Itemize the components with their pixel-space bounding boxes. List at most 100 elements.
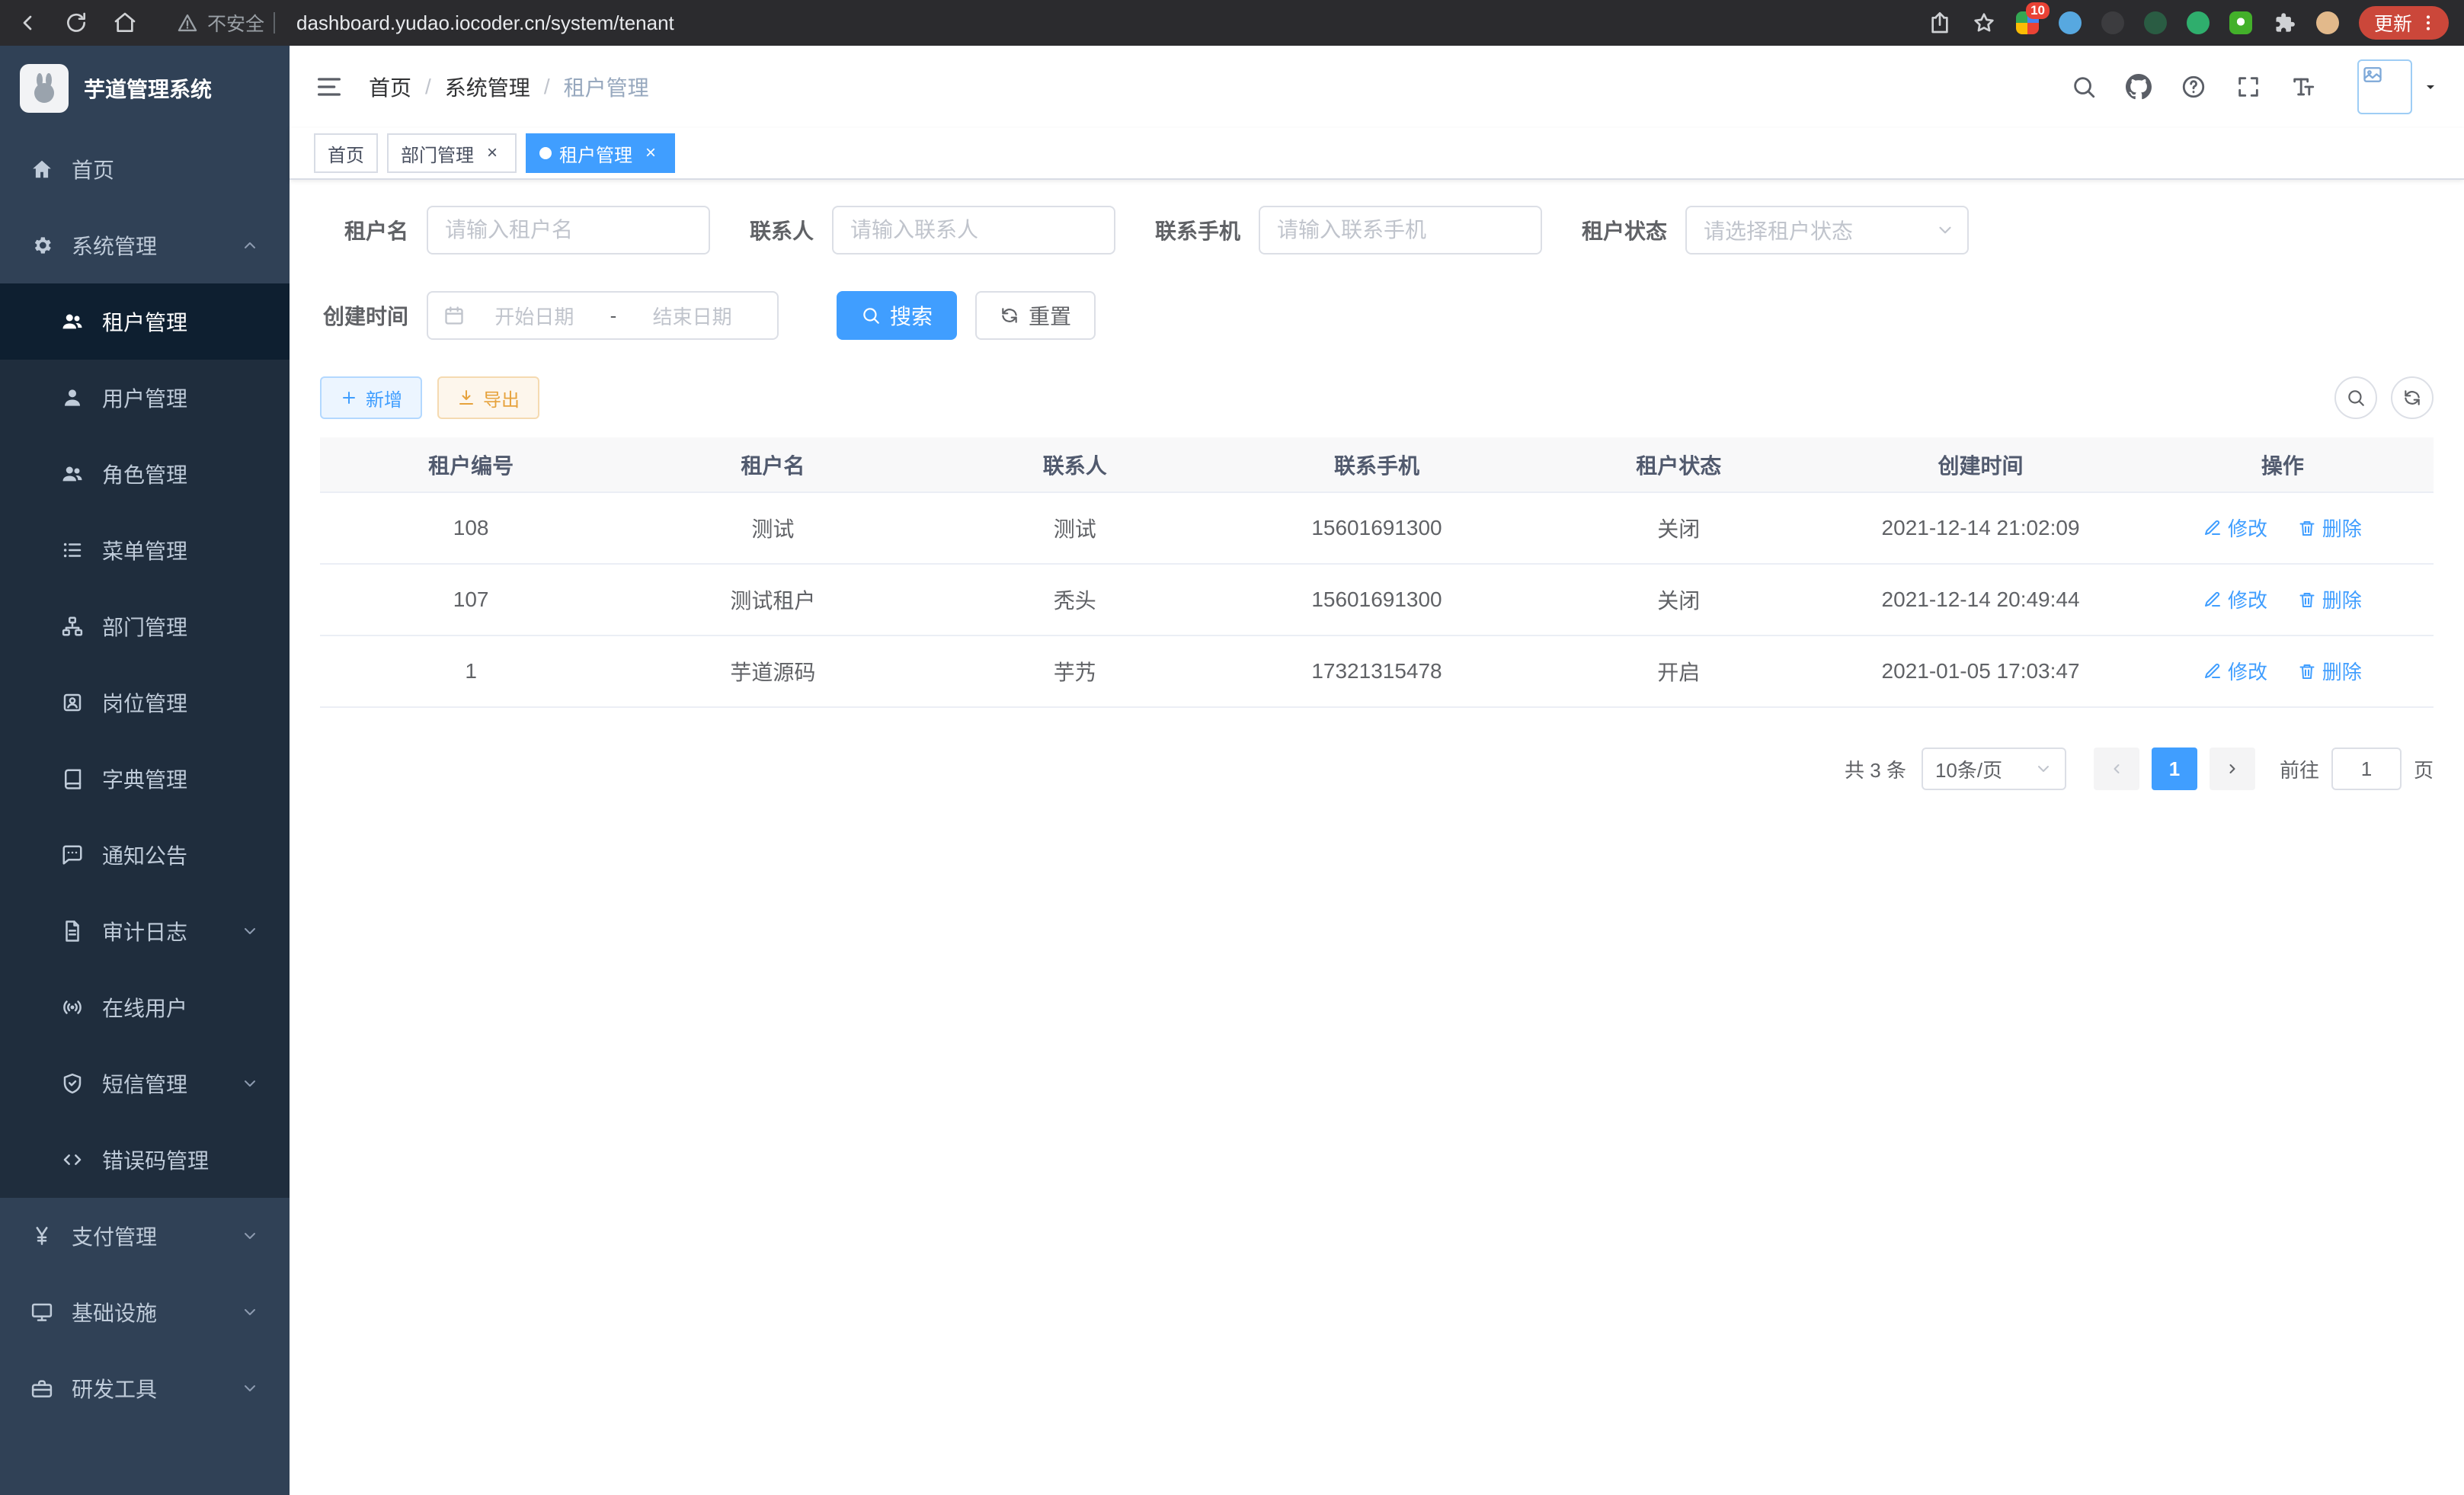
- sidebar-item-home[interactable]: 首页: [0, 131, 290, 207]
- sidebar-item-dict[interactable]: 字典管理: [0, 741, 290, 817]
- extension-icon-blue[interactable]: [2059, 11, 2082, 34]
- browser-profile-avatar[interactable]: [2316, 11, 2339, 34]
- edit-link[interactable]: 修改: [2203, 657, 2267, 685]
- github-icon[interactable]: [2126, 74, 2152, 100]
- export-button-label: 导出: [483, 385, 520, 411]
- font-size-icon[interactable]: [2290, 74, 2316, 100]
- cell-tenant-id: 107: [320, 564, 622, 635]
- browser-back-icon[interactable]: [15, 11, 40, 35]
- sidebar-item-tenant[interactable]: 租户管理: [0, 283, 290, 360]
- sidebar-item-system[interactable]: 系统管理: [0, 207, 290, 283]
- site-security-chip[interactable]: 不安全: [177, 9, 275, 37]
- reset-button[interactable]: 重置: [975, 291, 1096, 340]
- goto-page-input[interactable]: [2331, 748, 2402, 790]
- chevron-left-icon: [2107, 760, 2126, 778]
- tab-home[interactable]: 首页: [314, 133, 378, 173]
- cell-status: 关闭: [1528, 492, 1829, 564]
- toggle-search-button[interactable]: [2334, 376, 2377, 419]
- sidebar-item-sms[interactable]: 短信管理: [0, 1045, 290, 1122]
- top-navbar: 首页 / 系统管理 / 租户管理: [290, 46, 2464, 128]
- tenant-status-placeholder: 请选择租户状态: [1704, 215, 1935, 245]
- prev-page-button[interactable]: [2094, 748, 2139, 790]
- page-size-select[interactable]: 10条/页: [1922, 748, 2066, 790]
- sidebar-item-label: 字典管理: [102, 764, 187, 794]
- user-avatar-menu[interactable]: [2357, 59, 2440, 114]
- cell-created: 2021-12-14 21:02:09: [1829, 492, 2131, 564]
- refresh-icon: [2402, 388, 2422, 408]
- tenant-status-select[interactable]: 请选择租户状态: [1685, 206, 1969, 255]
- address-bar-url[interactable]: dashboard.yudao.iocoder.cn/system/tenant: [296, 11, 674, 35]
- sidebar-item-audit-log[interactable]: 审计日志: [0, 893, 290, 969]
- breadcrumb: 首页 / 系统管理 / 租户管理: [369, 72, 649, 102]
- sidebar-item-post[interactable]: 岗位管理: [0, 664, 290, 741]
- refresh-table-button[interactable]: [2391, 376, 2434, 419]
- search-button[interactable]: 搜索: [837, 291, 957, 340]
- menu-list-icon: [61, 539, 84, 562]
- close-icon[interactable]: ×: [640, 142, 661, 164]
- broken-image-icon: [2362, 64, 2383, 85]
- chevron-down-icon: [2034, 760, 2053, 778]
- browser-home-icon[interactable]: [113, 11, 137, 35]
- sidebar-item-user[interactable]: 用户管理: [0, 360, 290, 436]
- edit-link[interactable]: 修改: [2203, 585, 2267, 613]
- sidebar-item-notice[interactable]: 通知公告: [0, 817, 290, 893]
- app-logo[interactable]: 芋道管理系统: [0, 46, 290, 131]
- export-button[interactable]: 导出: [437, 376, 539, 419]
- edit-pencil-icon: [2203, 591, 2222, 609]
- extension-icon-colored[interactable]: 10: [2016, 11, 2039, 34]
- delete-link[interactable]: 删除: [2298, 585, 2362, 613]
- sidebar-item-infra[interactable]: 基础设施: [0, 1274, 290, 1350]
- trash-icon: [2298, 662, 2316, 680]
- sidebar-item-error-code[interactable]: 错误码管理: [0, 1122, 290, 1198]
- share-icon[interactable]: [1928, 11, 1952, 35]
- create-time-range-picker[interactable]: 开始日期 - 结束日期: [427, 291, 779, 340]
- page-number-current[interactable]: 1: [2152, 748, 2197, 790]
- refresh-icon: [1000, 306, 1019, 325]
- create-time-label: 创建时间: [320, 300, 408, 331]
- edit-link[interactable]: 修改: [2203, 514, 2267, 542]
- extensions-puzzle-icon[interactable]: [2272, 11, 2296, 35]
- chevron-down-icon: [241, 1227, 259, 1245]
- extension-icon-dark[interactable]: [2101, 11, 2124, 34]
- tenant-name-input[interactable]: [427, 206, 710, 255]
- search-icon[interactable]: [2071, 74, 2097, 100]
- cell-contact: 秃头: [924, 564, 1226, 635]
- tab-tenant-active[interactable]: 租户管理 ×: [526, 133, 675, 173]
- sidebar-item-devtools[interactable]: 研发工具: [0, 1350, 290, 1426]
- mobile-label: 联系手机: [1155, 215, 1240, 245]
- browser-nav-controls: [15, 11, 137, 35]
- yen-icon: [30, 1224, 53, 1247]
- breadcrumb-item[interactable]: 系统管理: [445, 72, 530, 102]
- cell-actions: 修改 删除: [2132, 635, 2434, 707]
- browser-reload-icon[interactable]: [64, 11, 88, 35]
- total-count: 共 3 条: [1845, 755, 1906, 783]
- extension-icon-green[interactable]: [2187, 11, 2210, 34]
- next-page-button[interactable]: [2210, 748, 2255, 790]
- sidebar-item-dept[interactable]: 部门管理: [0, 588, 290, 664]
- tab-label: 租户管理: [559, 140, 632, 167]
- extension-icon-chat[interactable]: [2229, 11, 2252, 34]
- id-badge-icon: [61, 691, 84, 714]
- sidebar-item-pay[interactable]: 支付管理: [0, 1198, 290, 1274]
- sidebar-item-menu[interactable]: 菜单管理: [0, 512, 290, 588]
- contact-input[interactable]: [832, 206, 1115, 255]
- add-button[interactable]: 新增: [320, 376, 422, 419]
- chevron-down-icon: [241, 922, 259, 940]
- delete-link[interactable]: 删除: [2298, 657, 2362, 685]
- breadcrumb-item[interactable]: 首页: [369, 72, 411, 102]
- sidebar-item-online-user[interactable]: 在线用户: [0, 969, 290, 1045]
- sidebar-item-role[interactable]: 角色管理: [0, 436, 290, 512]
- mobile-input[interactable]: [1259, 206, 1542, 255]
- help-question-icon[interactable]: [2181, 74, 2206, 100]
- chrome-update-button[interactable]: 更新: [2359, 6, 2449, 40]
- close-icon[interactable]: ×: [482, 142, 503, 164]
- sidebar-collapse-icon[interactable]: [314, 72, 344, 102]
- extension-icon-dark-green[interactable]: [2144, 11, 2167, 34]
- delete-link[interactable]: 删除: [2298, 514, 2362, 542]
- fullscreen-icon[interactable]: [2235, 74, 2261, 100]
- goto-label: 前往: [2280, 755, 2319, 783]
- tab-dept[interactable]: 部门管理 ×: [387, 133, 517, 173]
- system-submenu: 租户管理 用户管理 角色管理 菜单管理 部门管理: [0, 283, 290, 1198]
- bookmark-star-icon[interactable]: [1972, 11, 1996, 35]
- tab-label: 部门管理: [401, 140, 474, 167]
